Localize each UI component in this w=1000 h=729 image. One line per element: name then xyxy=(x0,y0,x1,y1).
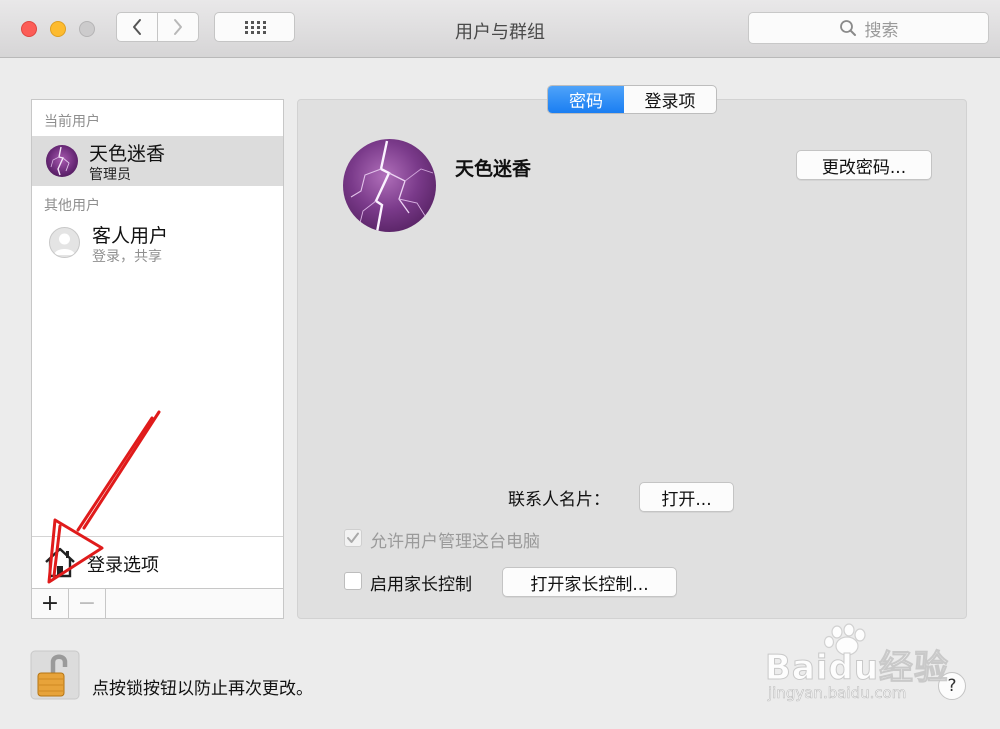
tab-password[interactable]: 密码 xyxy=(548,86,624,113)
avatar xyxy=(46,145,78,177)
lock-hint-label: 点按锁按钮以防止再次更改。 xyxy=(92,679,313,699)
login-options-label: 登录选项 xyxy=(87,555,159,576)
lightning-icon xyxy=(350,140,434,232)
watermark-url: jingyan.baidu.com xyxy=(768,684,907,703)
user-row-current[interactable]: 天色迷香 管理员 xyxy=(32,136,283,186)
lock-button[interactable] xyxy=(30,650,80,700)
parental-controls-label: 启用家长控制 xyxy=(370,575,472,595)
title-bar: 用户与群组 搜索 xyxy=(0,0,1000,58)
guest-user-detail: 登录，共享 xyxy=(92,249,162,265)
guest-avatar xyxy=(49,227,80,258)
baidu-watermark: Baidu经验 jingyan.baidu.com xyxy=(764,622,965,712)
guest-user-name: 客人用户 xyxy=(92,225,169,247)
person-icon xyxy=(54,233,75,255)
lightning-icon xyxy=(50,146,70,176)
checkmark-icon xyxy=(347,532,359,543)
contact-card-open-button[interactable]: 打开... xyxy=(639,482,734,512)
search-placeholder: 搜索 xyxy=(864,20,899,41)
remove-user-button[interactable]: − xyxy=(69,589,106,618)
allow-admin-label: 允许用户管理这台电脑 xyxy=(370,532,540,552)
open-parental-controls-button[interactable]: 打开家长控制... xyxy=(502,567,677,597)
user-row-guest[interactable]: 客人用户 登录，共享 xyxy=(32,218,283,268)
add-user-button[interactable]: + xyxy=(32,589,69,618)
current-users-heading: 当前用户 xyxy=(44,114,100,130)
watermark-brand: Baidu经验 xyxy=(764,648,950,689)
contact-card-label: 联系人名片： xyxy=(508,490,610,510)
other-users-heading: 其他用户 xyxy=(44,198,100,214)
search-icon xyxy=(839,20,856,36)
user-list-toolbar: + − xyxy=(31,588,284,619)
user-full-name: 天色迷香 xyxy=(455,158,532,180)
tab-login-items[interactable]: 登录项 xyxy=(624,86,716,113)
house-icon xyxy=(45,547,75,578)
user-picture[interactable] xyxy=(343,139,436,232)
change-password-button[interactable]: 更改密码... xyxy=(796,150,932,180)
search-input[interactable]: 搜索 xyxy=(748,12,989,44)
parental-controls-checkbox[interactable] xyxy=(344,572,362,590)
tab-bar: 密码 登录项 xyxy=(547,85,717,114)
login-options-row[interactable]: 登录选项 xyxy=(32,536,283,589)
allow-admin-checkbox[interactable] xyxy=(344,529,362,547)
current-user-name: 天色迷香 xyxy=(89,143,166,165)
current-user-role: 管理员 xyxy=(89,167,131,183)
user-list: 当前用户 天色迷香 管理员 其他用户 客人用户 登录，共享 登录选项 xyxy=(31,99,284,589)
unlocked-padlock-icon xyxy=(30,650,80,700)
